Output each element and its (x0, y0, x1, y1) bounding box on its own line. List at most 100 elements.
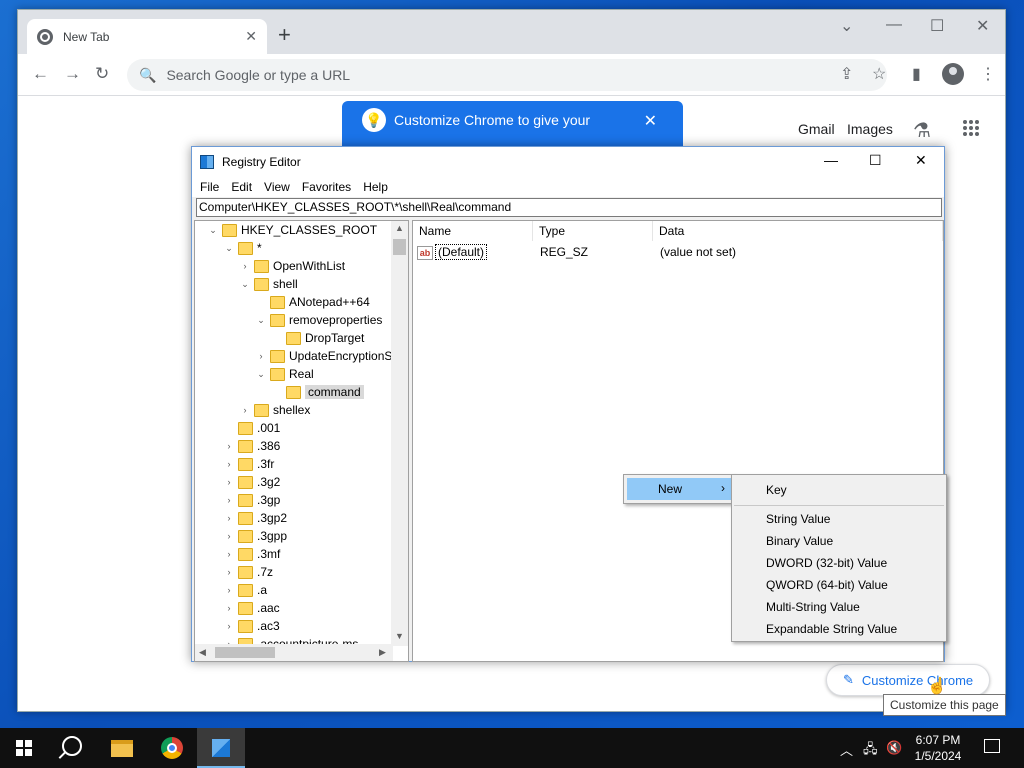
regedit-address-bar[interactable]: Computer\HKEY_CLASSES_ROOT\*\shell\Real\… (196, 198, 942, 217)
tree-node[interactable]: ANotepad++64 (255, 293, 370, 311)
tree-node[interactable]: › OpenWithList (239, 257, 346, 275)
expanded-chevron-icon[interactable]: ⌄ (207, 225, 219, 236)
tree-horizontal-scrollbar[interactable]: ◀ ▶ (195, 644, 393, 661)
tree-node[interactable]: ⌄ shell (239, 275, 297, 293)
regedit-taskbar-button[interactable] (197, 728, 245, 768)
scroll-down-icon[interactable]: ▼ (395, 631, 404, 641)
collapsed-chevron-icon[interactable]: › (223, 459, 235, 469)
tree-node[interactable]: › shellex (239, 401, 311, 419)
omnibox[interactable]: 🔍 Search Google or type a URL (127, 59, 887, 91)
tree-vscroll-thumb[interactable] (393, 239, 406, 255)
tab-close-icon[interactable]: ✕ (245, 28, 257, 45)
tab-search-icon[interactable]: ⌄ (840, 16, 853, 36)
collapsed-chevron-icon[interactable]: › (223, 441, 235, 451)
tree-node[interactable]: › .3fr (223, 455, 275, 473)
new-tab-button[interactable]: + (278, 22, 291, 48)
menu-favorites[interactable]: Favorites (302, 180, 351, 194)
promo-close-icon[interactable]: ✕ (644, 111, 657, 131)
tab-new-tab[interactable]: New Tab ✕ (27, 19, 267, 54)
chrome-taskbar-icon[interactable] (161, 737, 183, 759)
regedit-minimize-icon[interactable]: — (824, 152, 838, 168)
submenu-dword-value[interactable]: DWORD (32-bit) Value (766, 556, 887, 570)
expanded-chevron-icon[interactable]: ⌄ (239, 279, 251, 290)
tree-node[interactable]: › UpdateEncryptionS (255, 347, 393, 365)
volume-muted-icon[interactable]: 🔇 (886, 740, 902, 756)
tree-node[interactable]: › .7z (223, 563, 274, 581)
submenu-expandable-string-value[interactable]: Expandable String Value (766, 622, 897, 636)
close-window-icon[interactable]: ✕ (976, 16, 989, 36)
menu-help[interactable]: Help (363, 180, 388, 194)
collapsed-chevron-icon[interactable]: › (223, 495, 235, 505)
registry-tree-pane[interactable]: ⌄ HKEY_CLASSES_ROOT ⌄ * › OpenWithList ⌄ shell A… (194, 220, 409, 662)
context-menu-new[interactable]: New › (627, 478, 731, 500)
collapsed-chevron-icon[interactable]: › (255, 351, 267, 361)
tree-node[interactable]: ⌄ removeproperties (255, 311, 382, 329)
column-header-type[interactable]: Type (533, 221, 653, 241)
menu-view[interactable]: View (264, 180, 290, 194)
maximize-icon[interactable]: ☐ (930, 16, 944, 36)
regedit-maximize-icon[interactable]: ☐ (869, 152, 882, 169)
tree-node[interactable]: .001 (223, 419, 280, 437)
minimize-icon[interactable]: — (886, 16, 902, 34)
back-icon[interactable]: ← (32, 64, 49, 84)
tree-node[interactable]: › .3g2 (223, 473, 281, 491)
collapsed-chevron-icon[interactable]: › (223, 549, 235, 559)
gmail-link[interactable]: Gmail (798, 121, 835, 137)
tray-chevron-icon[interactable]: ︿ (840, 740, 853, 759)
collapsed-chevron-icon[interactable]: › (223, 513, 235, 523)
tree-node[interactable]: › .a (223, 581, 268, 599)
tree-node[interactable]: DropTarget (271, 329, 364, 347)
column-header-data[interactable]: Data (653, 221, 943, 241)
submenu-string-value[interactable]: String Value (766, 512, 830, 526)
scroll-right-icon[interactable]: ▶ (379, 647, 386, 658)
tree-node[interactable]: command (271, 383, 364, 401)
collapsed-chevron-icon[interactable]: › (223, 621, 235, 631)
tree-node[interactable]: › .ac3 (223, 617, 280, 635)
menu-edit[interactable]: Edit (231, 180, 252, 194)
submenu-qword-value[interactable]: QWORD (64-bit) Value (766, 578, 888, 592)
collapsed-chevron-icon[interactable]: › (239, 405, 251, 415)
expanded-chevron-icon[interactable]: ⌄ (223, 243, 235, 254)
expanded-chevron-icon[interactable]: ⌄ (255, 369, 267, 380)
tree-node[interactable]: ⌄ Real (255, 365, 313, 383)
tree-node[interactable]: › .3gp (223, 491, 281, 509)
share-icon[interactable]: ⇪ (840, 64, 853, 84)
taskbar-search-icon[interactable] (62, 736, 82, 756)
images-link[interactable]: Images (847, 121, 893, 137)
side-panel-icon[interactable]: ▮ (912, 64, 921, 84)
collapsed-chevron-icon[interactable]: › (223, 477, 235, 487)
customize-chrome-button[interactable]: ✎ Customize Chrome (826, 664, 990, 696)
value-row[interactable]: ab (Default) (417, 244, 488, 260)
tree-node[interactable]: › .386 (223, 437, 281, 455)
tree-node[interactable]: › .3mf (223, 545, 281, 563)
profile-avatar[interactable] (942, 63, 964, 85)
tree-node[interactable]: ⌄ * (223, 239, 261, 257)
tree-node[interactable]: › .3gp2 (223, 509, 288, 527)
scroll-left-icon[interactable]: ◀ (199, 647, 206, 658)
column-header-name[interactable]: Name (413, 221, 533, 241)
forward-icon[interactable]: → (64, 64, 81, 84)
submenu-key[interactable]: Key (766, 483, 787, 497)
tree-vertical-scrollbar[interactable]: ▲ ▼ (391, 221, 408, 646)
tree-node[interactable]: › .aac (223, 599, 280, 617)
network-icon[interactable]: 🖧 (863, 740, 878, 762)
windows-start-icon[interactable] (16, 740, 32, 756)
taskbar-clock[interactable]: 6:07 PM 1/5/2024 (912, 732, 964, 764)
labs-flask-icon[interactable]: ⚗ (913, 118, 931, 143)
submenu-multi-string-value[interactable]: Multi-String Value (766, 600, 860, 614)
expanded-chevron-icon[interactable]: ⌄ (255, 315, 267, 326)
tree-node[interactable]: › .3gpp (223, 527, 288, 545)
tree-hscroll-thumb[interactable] (215, 647, 275, 658)
notifications-icon[interactable] (984, 739, 1000, 753)
menu-kebab-icon[interactable]: ⋮ (980, 64, 996, 84)
bookmark-star-icon[interactable]: ☆ (872, 64, 886, 84)
menu-file[interactable]: File (200, 180, 219, 194)
collapsed-chevron-icon[interactable]: › (239, 261, 251, 271)
regedit-close-icon[interactable]: ✕ (915, 152, 927, 169)
collapsed-chevron-icon[interactable]: › (223, 531, 235, 541)
apps-grid-icon[interactable] (963, 120, 979, 136)
scroll-up-icon[interactable]: ▲ (395, 223, 404, 233)
collapsed-chevron-icon[interactable]: › (223, 567, 235, 577)
collapsed-chevron-icon[interactable]: › (223, 603, 235, 613)
reload-icon[interactable]: ↻ (95, 64, 109, 84)
